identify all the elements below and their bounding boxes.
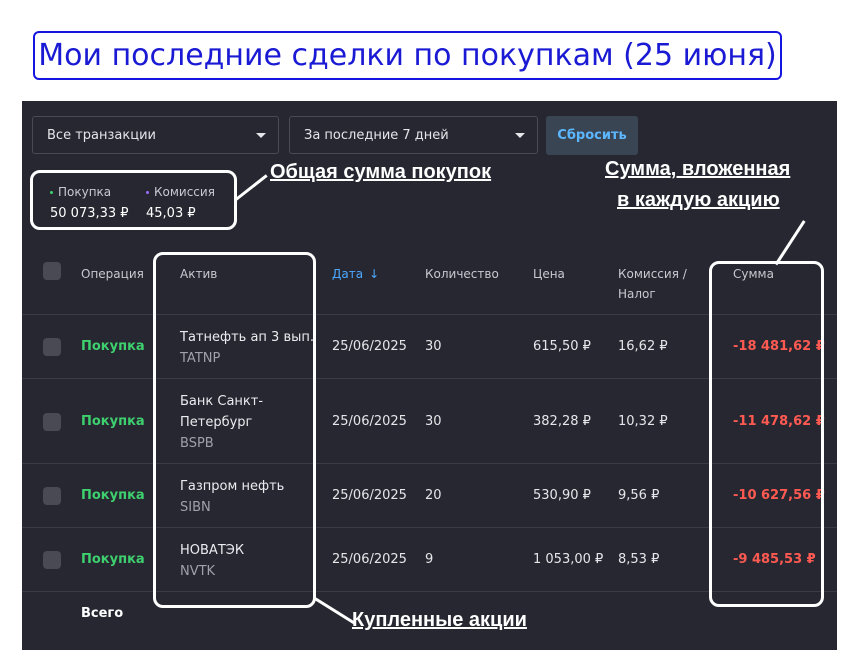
page-headline: Мои последние сделки по покупкам (25 июн…	[33, 31, 782, 80]
transactions-filter-value: Все транзакции	[47, 127, 156, 143]
row-date: 25/06/2025	[332, 339, 407, 354]
period-filter-value: За последние 7 дней	[304, 127, 449, 143]
column-header-price[interactable]: Цена	[533, 264, 565, 284]
chevron-down-icon	[515, 133, 525, 138]
row-price: 1 053,00 ₽	[533, 552, 604, 567]
column-header-fee-line1: Комиссия /	[618, 267, 687, 281]
row-quantity: 30	[425, 414, 442, 429]
total-purchases-annotation: Общая сумма покупок	[270, 161, 492, 183]
sum-per-share-annotation-line1: Сумма, вложенная	[605, 158, 791, 180]
column-header-date-label: Дата	[332, 267, 364, 281]
row-checkbox[interactable]	[43, 413, 61, 431]
column-header-date[interactable]: Дата ↓	[332, 264, 379, 284]
sum-callout-box	[709, 261, 824, 607]
row-quantity: 20	[425, 488, 442, 503]
row-date: 25/06/2025	[332, 488, 407, 503]
total-row-label: Всего	[81, 606, 124, 621]
row-price: 382,28 ₽	[533, 414, 591, 429]
column-header-operation[interactable]: Операция	[81, 264, 144, 284]
period-filter-select[interactable]: За последние 7 дней	[289, 116, 538, 154]
totals-callout-box	[30, 170, 237, 230]
bought-shares-annotation: Купленные акции	[352, 609, 527, 631]
assets-callout-box	[153, 252, 316, 608]
column-header-fee-line2: Налог	[618, 287, 656, 301]
row-fee: 10,32 ₽	[618, 414, 668, 429]
sum-per-share-annotation-line2: в каждую акцию	[617, 189, 780, 211]
row-fee: 16,62 ₽	[618, 339, 668, 354]
row-operation: Покупка	[81, 552, 145, 567]
row-date: 25/06/2025	[332, 552, 407, 567]
row-fee: 8,53 ₽	[618, 552, 660, 567]
row-checkbox[interactable]	[43, 338, 61, 356]
transactions-filter-select[interactable]: Все транзакции	[32, 116, 279, 154]
row-quantity: 30	[425, 339, 442, 354]
sort-down-icon: ↓	[369, 267, 380, 281]
row-fee: 9,56 ₽	[618, 488, 660, 503]
row-checkbox[interactable]	[43, 487, 61, 505]
column-header-quantity[interactable]: Количество	[425, 264, 499, 284]
row-operation: Покупка	[81, 488, 145, 503]
row-date: 25/06/2025	[332, 414, 407, 429]
reset-button[interactable]: Сбросить	[546, 116, 638, 155]
row-operation: Покупка	[81, 414, 145, 429]
row-quantity: 9	[425, 552, 434, 567]
row-price: 530,90 ₽	[533, 488, 591, 503]
row-checkbox[interactable]	[43, 551, 61, 569]
chevron-down-icon	[256, 133, 266, 138]
column-header-fee[interactable]: Комиссия / Налог	[618, 264, 687, 304]
select-all-checkbox[interactable]	[43, 262, 61, 280]
row-operation: Покупка	[81, 339, 145, 354]
row-price: 615,50 ₽	[533, 339, 591, 354]
